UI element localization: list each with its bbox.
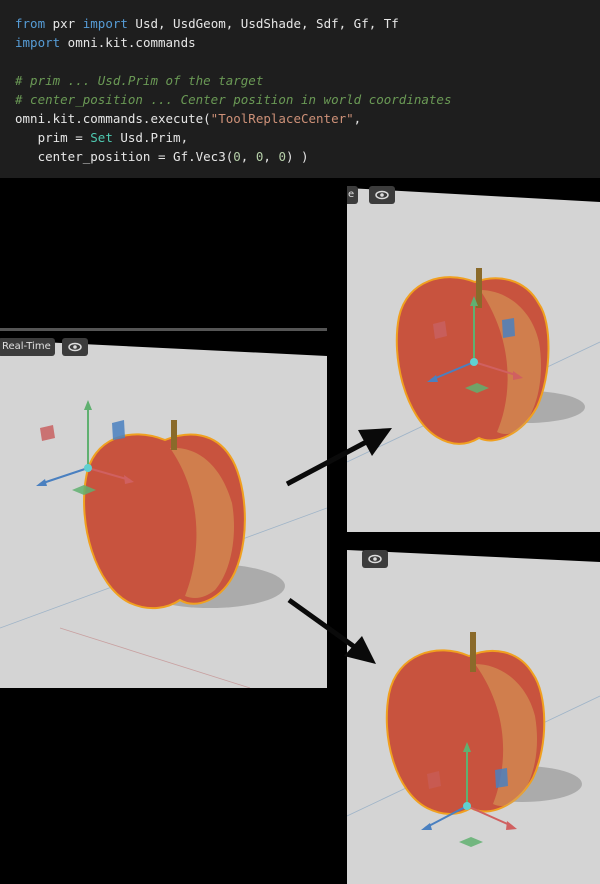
code-token: , [353, 111, 362, 126]
eye-icon[interactable] [62, 338, 88, 356]
code-token: , [263, 149, 279, 164]
render-mode-label[interactable]: e [347, 186, 359, 204]
gizmo-plane-yz[interactable] [495, 768, 508, 788]
viewport-top-bar [0, 328, 327, 331]
code-token: Usd.Prim, [112, 130, 189, 145]
code-line: # prim ... Usd.Prim of the target [15, 73, 263, 88]
eye-icon[interactable] [362, 550, 388, 568]
eye-icon[interactable] [369, 186, 395, 204]
code-token: "ToolReplaceCenter" [210, 111, 354, 126]
code-line: # center_position ... Center position in… [15, 92, 452, 107]
gizmo-pivot[interactable] [84, 464, 92, 472]
render-mode-label[interactable]: Real-Time [0, 338, 55, 356]
code-token: prim = [15, 130, 91, 145]
code-token: import [82, 16, 128, 31]
code-token: pxr [45, 16, 83, 31]
code-token: 0 [278, 149, 286, 164]
code-line: from pxr import Usd, UsdGeom, UsdShade, … [15, 16, 399, 31]
code-token: ) ) [285, 149, 309, 164]
code-token: import [15, 35, 61, 50]
viewport-scene [347, 546, 600, 884]
apple-stem [171, 420, 177, 450]
code-token: from [15, 16, 46, 31]
viewport-original[interactable]: Real-Time [0, 328, 327, 688]
viewport-result-1[interactable]: e [347, 182, 600, 532]
gizmo-pivot[interactable] [463, 802, 471, 810]
code-line: import omni.kit.commands [15, 35, 196, 50]
apple-stem [476, 268, 482, 308]
code-token: # center_position ... Center position in… [15, 92, 452, 107]
gizmo-plane-yz[interactable] [112, 420, 125, 440]
code-token: 0 [233, 149, 241, 164]
code-line: omni.kit.commands.execute("ToolReplaceCe… [15, 111, 361, 126]
code-token: Usd, UsdGeom, UsdShade, Sdf, Gf, Tf [127, 16, 399, 31]
code-token: omni.kit.commands.execute( [15, 111, 211, 126]
code-token: , [240, 149, 256, 164]
viewport-scene [347, 182, 600, 532]
apple-stem [470, 632, 476, 672]
viewport-result-2[interactable] [347, 546, 600, 884]
code-token: Set [90, 130, 113, 145]
code-token: center_position = Gf.Vec3( [15, 149, 234, 164]
code-block: from pxr import Usd, UsdGeom, UsdShade, … [0, 0, 600, 178]
code-line: prim = Set Usd.Prim, [15, 130, 189, 145]
code-token: omni.kit.commands [60, 35, 196, 50]
gizmo-plane-xy[interactable] [427, 771, 441, 789]
gizmo-plane-xy[interactable] [433, 321, 447, 339]
viewport-scene [0, 328, 327, 688]
code-token: # prim ... Usd.Prim of the target [15, 73, 264, 88]
code-line: center_position = Gf.Vec3(0, 0, 0) ) [15, 149, 309, 164]
gizmo-pivot[interactable] [470, 358, 478, 366]
gizmo-plane-yz[interactable] [502, 318, 515, 338]
